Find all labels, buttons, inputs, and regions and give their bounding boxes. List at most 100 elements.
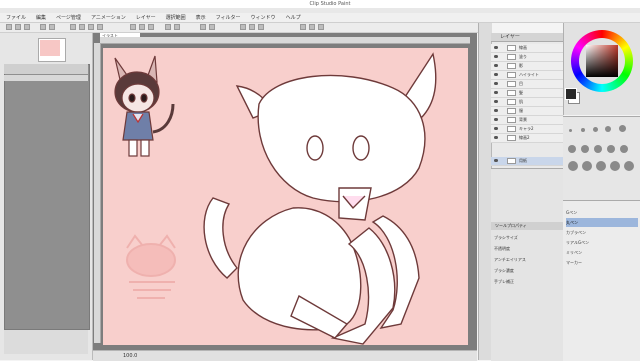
layer-item[interactable]: 髪 — [491, 89, 563, 98]
menu-view[interactable]: 表示 — [196, 14, 206, 21]
eye-icon[interactable] — [494, 100, 498, 103]
layer-thumbnail — [507, 81, 516, 87]
property-row[interactable]: 手ブレ補正 — [494, 278, 560, 286]
eye-icon[interactable] — [494, 46, 498, 49]
layer-item[interactable]: 背景 — [491, 116, 563, 125]
navigator-slider[interactable] — [4, 75, 88, 81]
brush-size-dot[interactable] — [569, 129, 572, 132]
sub-tool-item[interactable]: マーカー — [566, 258, 638, 267]
property-row[interactable]: アンチエイリアス — [494, 256, 560, 264]
snap-ruler-icon[interactable] — [249, 24, 255, 30]
brush-size-dot[interactable] — [568, 161, 578, 171]
ruler-top — [100, 37, 470, 44]
menu-animation[interactable]: アニメーション — [91, 14, 126, 21]
layer-item[interactable]: ハイライト — [491, 71, 563, 80]
undo-icon[interactable] — [40, 24, 46, 30]
layer-name: 用紙 — [519, 158, 527, 163]
redo-icon[interactable] — [49, 24, 55, 30]
zoom-in-icon[interactable] — [130, 24, 136, 30]
eye-icon[interactable] — [494, 118, 498, 121]
brush-size-dot[interactable] — [593, 127, 598, 132]
property-row[interactable]: ブラシ濃度 — [494, 267, 560, 275]
sub-tool-item[interactable]: Gペン — [566, 208, 638, 217]
brush-size-dot[interactable] — [607, 145, 615, 153]
menu-filter[interactable]: フィルター — [216, 14, 241, 21]
eye-icon[interactable] — [494, 136, 498, 139]
eye-icon[interactable] — [494, 91, 498, 94]
clear-icon[interactable] — [70, 24, 76, 30]
eye-icon[interactable] — [494, 82, 498, 85]
paste-icon[interactable] — [97, 24, 103, 30]
menu-selection[interactable]: 選択範囲 — [166, 14, 186, 21]
snap-special-icon[interactable] — [258, 24, 264, 30]
transform-icon[interactable] — [300, 24, 306, 30]
menu-file[interactable]: ファイル — [6, 14, 26, 21]
layer-thumbnail — [507, 54, 516, 60]
layer-property-panel — [491, 168, 563, 361]
sub-tool-item[interactable]: リアルGペン — [566, 238, 638, 247]
eye-icon[interactable] — [494, 55, 498, 58]
layer-item[interactable]: キャラ2 — [491, 125, 563, 134]
brush-size-dot[interactable] — [610, 161, 620, 171]
layer-item[interactable]: 線画 — [491, 44, 563, 53]
rotate-icon[interactable] — [165, 24, 171, 30]
eye-icon[interactable] — [494, 64, 498, 67]
layer-item[interactable]: 服 — [491, 107, 563, 116]
menu-help[interactable]: ヘルプ — [286, 14, 301, 21]
layer-item[interactable]: 影 — [491, 62, 563, 71]
eye-icon[interactable] — [494, 109, 498, 112]
menu-layer[interactable]: レイヤー — [136, 14, 156, 21]
menu-edit[interactable]: 編集 — [36, 14, 46, 21]
layer-thumbnail — [507, 135, 516, 141]
brush-size-dot[interactable] — [568, 145, 576, 153]
layer-item[interactable]: 肌 — [491, 98, 563, 107]
property-label: ブラシ濃度 — [494, 268, 514, 273]
brush-size-dot[interactable] — [605, 126, 611, 132]
layer-item[interactable]: 線画2 — [491, 134, 563, 143]
brush-size-dot[interactable] — [620, 145, 628, 153]
select-all-icon[interactable] — [309, 24, 315, 30]
sub-tool-item[interactable]: カブラペン — [566, 228, 638, 237]
sub-tool-item-selected[interactable]: 丸ペン — [566, 218, 638, 227]
cut-icon[interactable] — [79, 24, 85, 30]
eye-icon[interactable] — [494, 127, 498, 130]
brush-size-dot[interactable] — [581, 128, 585, 132]
navigator-controls[interactable] — [4, 64, 88, 74]
brush-size-dot[interactable] — [594, 145, 602, 153]
eye-icon[interactable] — [494, 159, 498, 162]
save-icon[interactable] — [24, 24, 30, 30]
layer-item[interactable]: 目 — [491, 80, 563, 89]
brush-size-dot[interactable] — [581, 145, 589, 153]
ruler-left — [94, 43, 101, 343]
foreground-color-swatch[interactable] — [565, 88, 577, 100]
watermark-stamp — [126, 234, 176, 299]
layer-item-selected[interactable]: 用紙 — [491, 157, 563, 166]
sub-tool-item[interactable]: ミリペン — [566, 248, 638, 257]
brush-size-dot[interactable] — [582, 161, 592, 171]
layer-item[interactable]: 塗り — [491, 53, 563, 62]
eye-icon[interactable] — [494, 73, 498, 76]
flip-icon[interactable] — [174, 24, 180, 30]
copy-icon[interactable] — [88, 24, 94, 30]
chibi-character — [114, 55, 175, 157]
brush-size-dot[interactable] — [596, 161, 606, 171]
menu-window[interactable]: ウィンドウ — [251, 14, 276, 21]
property-row[interactable]: 不透明度 — [494, 245, 560, 253]
saturation-value-square[interactable] — [586, 45, 618, 77]
ruler-icon[interactable] — [209, 24, 215, 30]
snap-icon[interactable] — [240, 24, 246, 30]
open-icon[interactable] — [15, 24, 21, 30]
new-icon[interactable] — [6, 24, 12, 30]
property-row[interactable]: ブラシサイズ — [494, 234, 560, 242]
menu-page[interactable]: ページ管理 — [56, 14, 81, 21]
zoom-out-icon[interactable] — [139, 24, 145, 30]
brush-size-dot[interactable] — [624, 161, 634, 171]
layer-name: 影 — [519, 63, 523, 68]
tool-property-header: ツールプロパティ — [491, 222, 563, 230]
fit-icon[interactable] — [148, 24, 154, 30]
zoom-level[interactable]: 100.0 — [123, 353, 137, 359]
brush-size-dot[interactable] — [619, 125, 626, 132]
deselect-icon[interactable] — [318, 24, 324, 30]
drawing-canvas[interactable] — [103, 48, 468, 345]
grid-icon[interactable] — [200, 24, 206, 30]
